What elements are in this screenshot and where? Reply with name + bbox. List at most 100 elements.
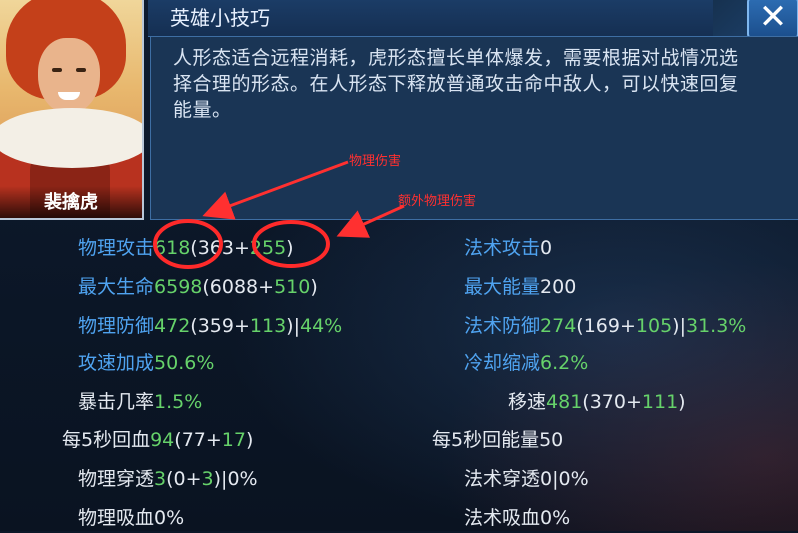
- stat-row: 法术吸血0%: [464, 503, 570, 533]
- stat-label: 法术穿透: [464, 468, 541, 490]
- close-button[interactable]: ✕: [747, 0, 798, 40]
- stat-value-part: 44%: [299, 315, 343, 337]
- stat-label: 最大能量: [464, 276, 541, 298]
- stat-row: 攻速加成50.6%: [78, 348, 214, 378]
- stat-value: 0%: [540, 507, 570, 529]
- stat-label: 法术防御: [464, 315, 541, 337]
- stat-row: 最大能量200: [464, 272, 576, 302]
- stat-label: 每5秒回血: [62, 429, 151, 451]
- portrait-face: [38, 38, 100, 114]
- stat-row: 每5秒回能量50: [432, 425, 563, 455]
- stat-value-part: 1.5%: [154, 391, 203, 413]
- stat-row: 冷却缩减6.2%: [464, 348, 588, 378]
- stat-value: 274(169+105)|31.3%: [540, 315, 746, 337]
- stat-value: 50: [539, 429, 563, 451]
- stat-label: 最大生命: [78, 276, 155, 298]
- stat-value-part: (363+: [190, 237, 250, 259]
- stat-row: 法术穿透0|0%: [464, 464, 589, 494]
- stat-value-part: (359+: [190, 315, 250, 337]
- stat-value-part: 0: [540, 237, 553, 259]
- stat-value-part: ): [310, 276, 318, 298]
- stat-label: 物理攻击: [78, 237, 155, 259]
- stat-value-part: 31.3%: [685, 315, 747, 337]
- tips-header: 英雄小技巧: [148, 0, 713, 37]
- stat-value-part: 94: [150, 429, 175, 451]
- hero-name: 裴擒虎: [0, 186, 142, 218]
- close-icon: ✕: [758, 0, 788, 37]
- stat-value-part: 113: [249, 315, 287, 337]
- stat-value-part: 481: [546, 391, 583, 413]
- stat-value-part: 3: [154, 468, 167, 490]
- stat-row: 法术攻击0: [464, 233, 552, 263]
- stat-value: 0: [540, 237, 552, 259]
- stat-value-part: )|: [286, 315, 300, 337]
- stat-row: 物理吸血0%: [78, 503, 184, 533]
- stat-value-part: ): [245, 429, 254, 451]
- stat-row: 物理攻击618(363+255): [78, 233, 294, 263]
- stat-value: 50.6%: [154, 352, 214, 374]
- stat-label: 物理防御: [78, 315, 155, 337]
- hero-portrait: 裴擒虎: [0, 0, 144, 220]
- stat-row: 暴击几率1.5%: [78, 387, 202, 417]
- stat-value: 481(370+111): [546, 391, 686, 413]
- stat-row: 最大生命6598(6088+510): [78, 272, 318, 302]
- tips-title: 英雄小技巧: [170, 6, 270, 30]
- stat-label: 攻速加成: [78, 352, 155, 374]
- stat-value-part: (6088+: [202, 276, 275, 298]
- close-area: ✕: [713, 0, 798, 40]
- stat-value-part: )|: [672, 315, 686, 337]
- stat-value-part: 111: [641, 391, 679, 413]
- stat-label: 暴击几率: [78, 391, 155, 413]
- stat-value-part: 3: [201, 468, 214, 490]
- stat-value-part: ): [286, 237, 294, 259]
- stat-value: 6.2%: [540, 352, 588, 374]
- stat-value: 94(77+17): [150, 429, 253, 451]
- stat-label: 物理穿透: [78, 468, 155, 490]
- stat-value: 1.5%: [154, 391, 202, 413]
- portrait-fur-collar: [0, 108, 142, 168]
- stat-value-part: 105: [635, 315, 673, 337]
- stat-value: 6598(6088+510): [154, 276, 318, 298]
- stat-value-part: 50: [539, 429, 564, 451]
- stat-label: 物理吸血: [78, 507, 155, 529]
- stat-value: 200: [540, 276, 576, 298]
- stat-value-part: 255: [249, 237, 287, 259]
- stat-label: 法术吸血: [464, 507, 541, 529]
- stat-value: 0%: [154, 507, 184, 529]
- stat-value-part: 6598: [154, 276, 203, 298]
- annotation-extra-physical-damage: 额外物理伤害: [398, 194, 477, 209]
- stat-value-part: 510: [274, 276, 311, 298]
- stat-value-part: 274: [540, 315, 577, 337]
- stat-value: 472(359+113)|44%: [154, 315, 342, 337]
- stat-row: 每5秒回血94(77+17): [62, 425, 253, 455]
- stat-value-part: (77+: [174, 429, 222, 451]
- stat-value-part: 200: [540, 276, 577, 298]
- stat-value-part: )|0%: [213, 468, 258, 490]
- stat-value-part: 6.2%: [540, 352, 589, 374]
- stat-value: 0|0%: [540, 468, 589, 490]
- stat-value-part: (169+: [576, 315, 636, 337]
- stat-value: 3(0+3)|0%: [154, 468, 258, 490]
- stat-value-part: 50.6%: [154, 352, 215, 374]
- annotation-physical-damage: 物理伤害: [349, 154, 402, 169]
- stat-row: 移速481(370+111): [508, 387, 686, 417]
- portrait-eye-right: [76, 68, 86, 72]
- stat-value-part: ): [678, 391, 686, 413]
- stat-row: 物理穿透3(0+3)|0%: [78, 464, 258, 494]
- stat-row: 法术防御274(169+105)|31.3%: [464, 311, 746, 341]
- stat-value-part: 472: [154, 315, 191, 337]
- tips-text: 人形态适合远程消耗，虎形态擅长单体爆发，需要根据对战情况选择合理的形态。在人形态…: [173, 47, 739, 121]
- stat-value-part: 618: [154, 237, 191, 259]
- stat-row: 物理防御472(359+113)|44%: [78, 311, 342, 341]
- stat-value: 618(363+255): [154, 237, 294, 259]
- stat-value-part: (0+: [166, 468, 202, 490]
- stat-label: 移速: [508, 391, 547, 413]
- portrait-eye-left: [52, 68, 62, 72]
- stat-value-part: 0%: [540, 507, 571, 529]
- stat-value-part: 0%: [154, 507, 185, 529]
- stat-label: 法术攻击: [464, 237, 541, 259]
- stat-value-part: 0|0%: [540, 468, 589, 490]
- stat-value-part: 17: [221, 429, 246, 451]
- stat-value-part: (370+: [582, 391, 642, 413]
- stat-label: 每5秒回能量: [432, 429, 540, 451]
